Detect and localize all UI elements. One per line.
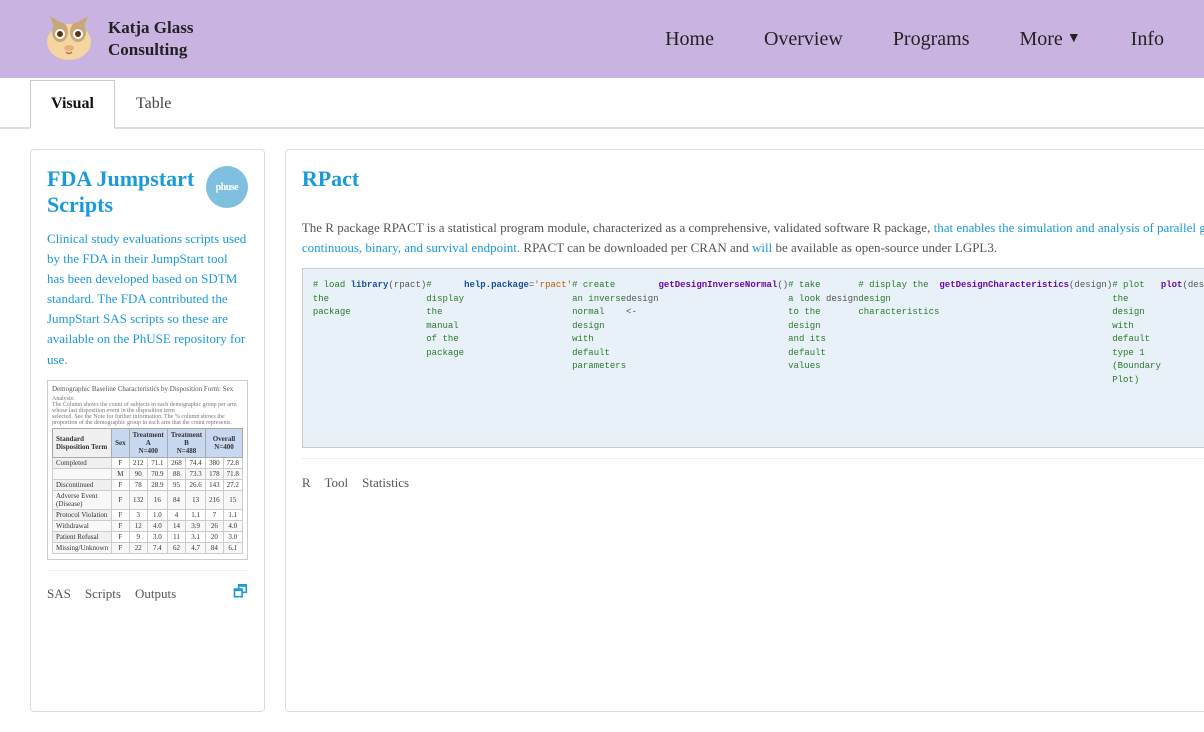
brand-name: Katja Glass Consulting — [108, 17, 193, 61]
tabs-bar: Visual Table — [0, 78, 1204, 129]
card-fda-image: Demographic Baseline Characteristics by … — [47, 380, 248, 560]
nav-overview[interactable]: Overview — [764, 28, 843, 51]
card-rpact-footer: R Tool Statistics 🗗 — [302, 458, 1204, 496]
site-header: Katja Glass Consulting Home Overview Pro… — [0, 0, 1204, 78]
tab-visual[interactable]: Visual — [30, 80, 115, 129]
main-nav: Home Overview Programs More ▼ Info — [665, 28, 1164, 51]
card-rpact-code: # load the package library(rpact) # disp… — [302, 268, 1204, 448]
tag-r: R — [302, 475, 311, 491]
logo-area: Katja Glass Consulting — [40, 10, 665, 68]
tag-tool: Tool — [325, 475, 349, 491]
nav-info[interactable]: Info — [1131, 28, 1164, 51]
fda-external-link-icon[interactable]: 🗗 — [233, 581, 248, 608]
phuse-logo-icon: phuse — [206, 166, 248, 208]
card-fda-title: FDA Jumpstart Scripts — [47, 166, 206, 219]
card-fda-footer: SAS Scripts Outputs 🗗 — [47, 570, 248, 608]
tag-scripts: Scripts — [85, 586, 121, 602]
card-fda-header: FDA Jumpstart Scripts phuse — [47, 166, 248, 219]
more-dropdown-arrow: ▼ — [1067, 31, 1081, 47]
fda-preview-table: Standard Disposition Term Sex Treatment … — [52, 428, 243, 554]
nav-home[interactable]: Home — [665, 28, 714, 51]
card-rpact: RPact RACT The R package RPACT is a stat… — [285, 149, 1204, 712]
cards-grid: FDA Jumpstart Scripts phuse Clinical stu… — [30, 149, 1174, 712]
nav-programs[interactable]: Programs — [893, 28, 970, 51]
nav-more[interactable]: More ▼ — [1019, 28, 1080, 51]
card-fda-description: Clinical study evaluations scripts used … — [47, 229, 248, 370]
tag-outputs: Outputs — [135, 586, 176, 602]
card-fda-jumpstart: FDA Jumpstart Scripts phuse Clinical stu… — [30, 149, 265, 712]
card-rpact-title: RPact — [302, 166, 1204, 192]
main-content: FDA Jumpstart Scripts phuse Clinical stu… — [0, 129, 1204, 732]
tab-table[interactable]: Table — [115, 80, 192, 129]
tag-statistics: Statistics — [362, 475, 409, 491]
tag-sas: SAS — [47, 586, 71, 602]
card-rpact-description: The R package RPACT is a statistical pro… — [302, 218, 1204, 258]
card-rpact-header: RPact RACT — [302, 166, 1204, 208]
brand-logo-icon — [40, 10, 98, 68]
